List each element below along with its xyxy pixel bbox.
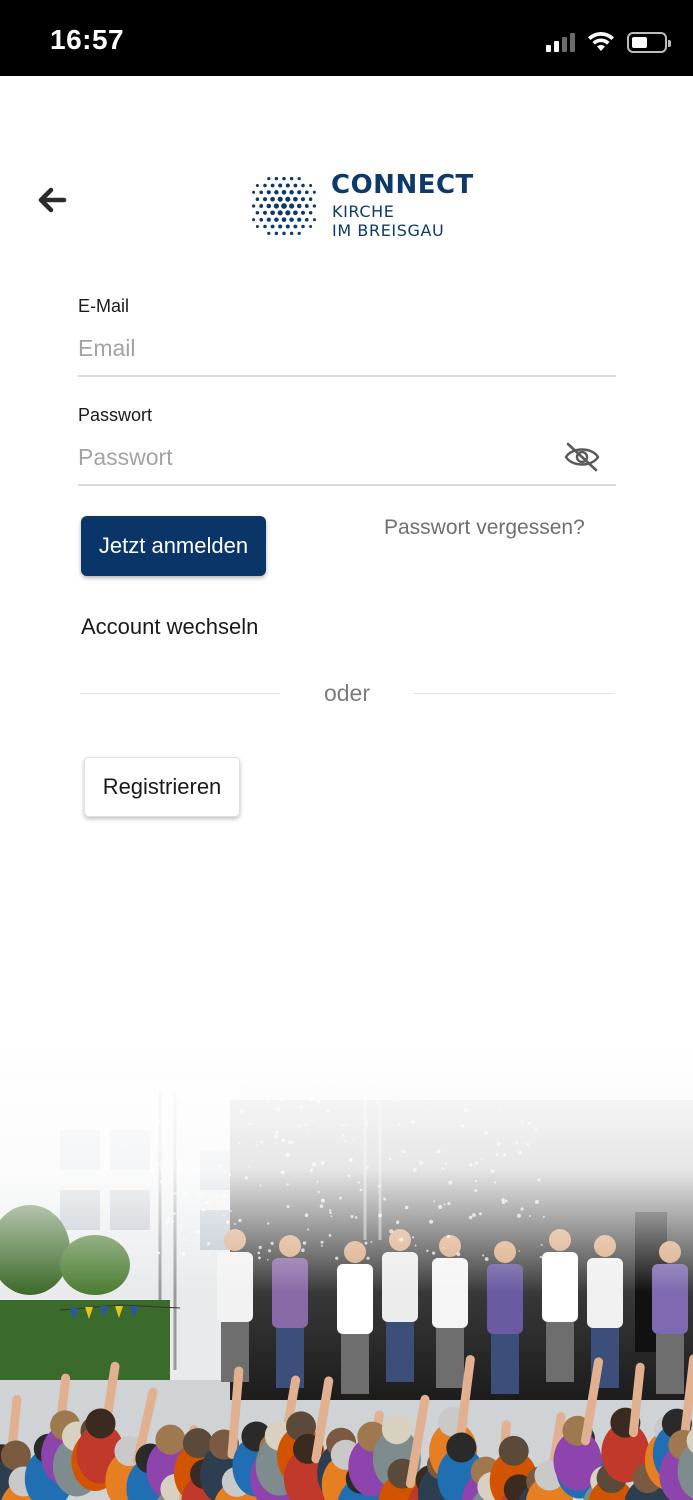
battery-icon <box>627 31 671 53</box>
email-field[interactable] <box>78 328 616 368</box>
eye-off-icon[interactable] <box>563 441 601 473</box>
status-icons <box>546 30 671 54</box>
logo-subtitle-line2: IM BREISGAU <box>332 221 445 240</box>
password-underline <box>78 484 616 486</box>
forgot-password-link[interactable]: Passwort vergessen? <box>384 516 585 540</box>
login-screen: 16:57 CONNECT KIRCHE IM BREISGAU E-Mail … <box>0 0 693 1500</box>
arrow-left-icon <box>38 187 67 213</box>
status-bar: 16:57 <box>0 0 693 76</box>
hero-image <box>0 1040 693 1500</box>
password-field[interactable] <box>78 437 548 477</box>
email-label: E-Mail <box>78 296 130 316</box>
password-label: Passwort <box>78 405 153 425</box>
cellular-signal-icon <box>546 32 575 52</box>
wifi-icon <box>588 31 614 51</box>
switch-account-link[interactable]: Account wechseln <box>81 614 258 640</box>
logo-title: CONNECT <box>331 170 474 200</box>
divider-right <box>413 693 613 694</box>
divider-text: oder <box>323 680 371 706</box>
divider-left <box>80 693 280 694</box>
back-button[interactable] <box>32 180 72 220</box>
connect-logo: CONNECT KIRCHE IM BREISGAU <box>248 170 473 242</box>
email-underline <box>78 375 616 377</box>
register-button[interactable]: Registrieren <box>84 757 240 817</box>
status-time: 16:57 <box>50 24 125 55</box>
logo-subtitle-line1: KIRCHE <box>332 202 395 221</box>
login-button[interactable]: Jetzt anmelden <box>81 516 266 576</box>
logo-dots-icon <box>251 176 317 236</box>
